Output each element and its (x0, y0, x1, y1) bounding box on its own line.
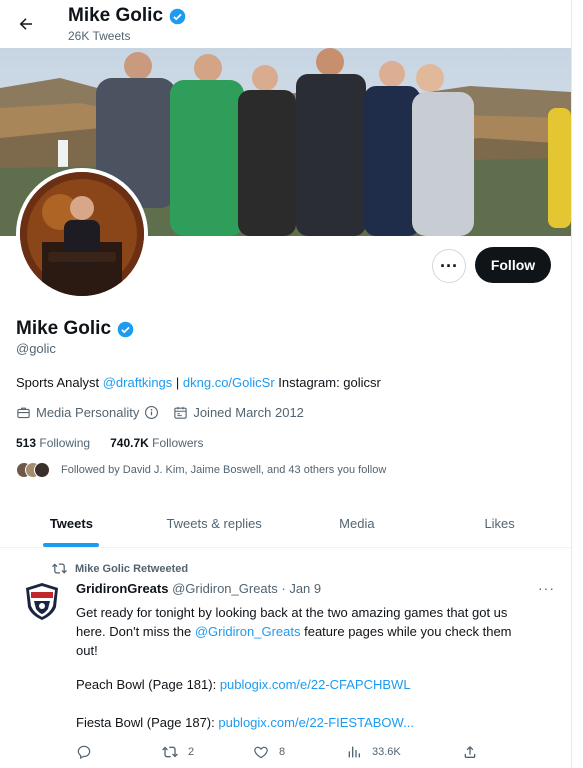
tweet-more-button[interactable]: ··· (538, 580, 555, 596)
briefcase-icon (17, 407, 30, 419)
header-tweet-count: 26K Tweets (68, 29, 131, 43)
peach-bowl-line: Peach Bowl (Page 181): publogix.com/e/22… (76, 677, 411, 692)
header-title: Mike Golic (68, 5, 164, 26)
tab-tweets[interactable]: Tweets (0, 500, 143, 547)
more-options-button[interactable]: ··· (432, 249, 466, 283)
tweet-text-part: here. Don't miss the (76, 624, 195, 639)
peach-label: Peach Bowl (Page 181): (76, 677, 220, 692)
reply-button[interactable] (76, 744, 92, 760)
profile-page: Mike Golic 26K Tweets ··· Follow Mike Go… (0, 0, 583, 768)
like-icon (254, 746, 268, 759)
like-button[interactable]: 8 (253, 744, 285, 760)
tab-likes[interactable]: Likes (428, 500, 571, 547)
category-label: Media Personality (36, 405, 140, 420)
profile-joined: Joined March 2012 (173, 405, 304, 420)
tweet-header: GridironGreats @Gridiron_Greats · Jan 9 (76, 581, 321, 596)
column-divider (571, 0, 572, 768)
views-icon (348, 746, 360, 758)
bio-mention-link[interactable]: @draftkings (103, 375, 173, 390)
tweet-text-part: feature pages while you check them (300, 624, 512, 639)
bio-text: Sports Analyst (16, 375, 103, 390)
tweet-text: Get ready for tonight by looking back at… (76, 603, 561, 660)
tweet-handle-date[interactable]: @Gridiron_Greats · Jan 9 (172, 581, 321, 596)
profile-avatar[interactable] (16, 168, 148, 300)
follow-button[interactable]: Follow (475, 247, 551, 283)
share-button[interactable] (462, 744, 478, 760)
back-arrow-icon (19, 18, 32, 30)
fiesta-bowl-line: Fiesta Bowl (Page 187): publogix.com/e/2… (76, 715, 414, 730)
tab-tweets-replies[interactable]: Tweets & replies (143, 500, 286, 547)
tab-media[interactable]: Media (286, 500, 429, 547)
retweet-icon (162, 746, 178, 758)
profile-meta: Media Personality Joined March 2012 (16, 405, 318, 420)
views-button[interactable]: 33.6K (346, 744, 401, 760)
tweet-actions: 2 8 33.6K (76, 744, 496, 764)
bio-website-link[interactable]: dkng.co/GolicSr (183, 375, 275, 390)
profile-handle: @golic (16, 341, 56, 356)
tweet-author-name[interactable]: GridironGreats (76, 581, 168, 596)
avatar (34, 462, 50, 478)
followers-label: Followers (152, 436, 204, 450)
profile-counts: 513 Following 740.7K Followers (16, 436, 204, 450)
profile-bio: Sports Analyst @draftkings | dkng.co/Gol… (16, 375, 381, 390)
retweet-indicator: Mike Golic Retweeted (52, 561, 188, 576)
tweet-mention-link[interactable]: @Gridiron_Greats (195, 624, 301, 639)
joined-label: Joined March 2012 (193, 405, 304, 420)
profile-name: Mike Golic (16, 318, 112, 339)
avatar-photo (20, 172, 144, 296)
calendar-icon (174, 406, 188, 419)
verified-badge-icon (169, 8, 186, 24)
retweet-count: 2 (188, 746, 195, 758)
tweet-line: here. Don't miss the @Gridiron_Greats fe… (76, 622, 561, 641)
tweet-author-avatar[interactable] (22, 581, 62, 621)
followed-by[interactable]: Followed by David J. Kim, Jaime Boswell,… (16, 462, 386, 478)
top-bar: Mike Golic 26K Tweets (0, 0, 571, 48)
fiesta-link[interactable]: publogix.com/e/22-FIESTABOW... (218, 715, 414, 730)
tweet-line: out! (76, 643, 98, 658)
share-icon (464, 746, 476, 758)
retweet-button[interactable]: 2 (162, 744, 194, 760)
reply-icon (77, 745, 91, 760)
following-link[interactable]: 513 Following (16, 436, 90, 450)
info-icon[interactable] (144, 405, 159, 420)
shield-logo (26, 583, 58, 620)
retweet-label[interactable]: Mike Golic Retweeted (75, 563, 188, 575)
tweet-line: Get ready for tonight by looking back at… (76, 605, 508, 620)
fiesta-label: Fiesta Bowl (Page 187): (76, 715, 219, 730)
profile-category: Media Personality (16, 405, 159, 420)
like-count: 8 (279, 746, 286, 758)
following-label: Following (39, 436, 91, 450)
more-icon: ··· (538, 580, 555, 596)
back-button[interactable] (12, 10, 40, 38)
followers-link[interactable]: 740.7K Followers (110, 436, 203, 450)
retweet-icon (52, 563, 67, 574)
header-title-row: Mike Golic (68, 5, 186, 27)
profile-tabs: Tweets Tweets & replies Media Likes (0, 500, 571, 548)
bio-suffix: Instagram: golicsr (274, 375, 381, 390)
bio-separator: | (172, 375, 183, 390)
following-count: 513 (16, 436, 37, 450)
verified-badge-icon (117, 321, 134, 337)
followers-count: 740.7K (110, 436, 149, 450)
views-count: 33.6K (372, 746, 401, 758)
follower-avatars (16, 462, 50, 478)
profile-name-row: Mike Golic (16, 318, 134, 340)
peach-link[interactable]: publogix.com/e/22-CFAPCHBWL (220, 677, 411, 692)
more-icon: ··· (440, 255, 458, 276)
followed-by-text: Followed by David J. Kim, Jaime Boswell,… (61, 464, 387, 476)
